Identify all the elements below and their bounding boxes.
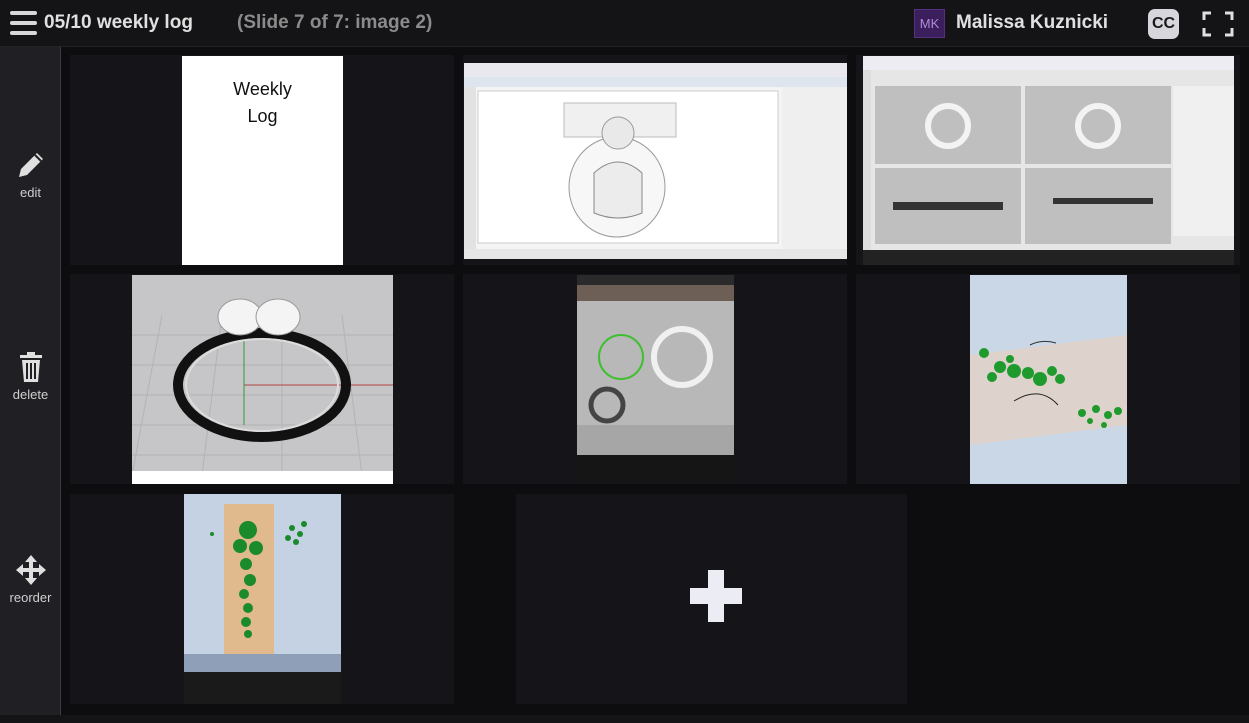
page-title: 05/10 weekly log [44, 12, 193, 33]
delete-label: delete [12, 387, 49, 402]
top-bar: 05/10 weekly log (Slide 7 of 7: image 2)… [0, 0, 1249, 47]
closed-captions-button[interactable]: CC [1148, 9, 1179, 39]
rendered-ring-image [132, 275, 393, 484]
pencil-icon [18, 153, 43, 177]
plus-icon [690, 570, 742, 622]
user-name[interactable]: Malissa Kuznicki [956, 12, 1108, 34]
reorder-label: reorder [9, 590, 52, 605]
trash-icon [19, 352, 42, 382]
weekly-log-cover: Weekly Log [182, 56, 343, 265]
edit-label: edit [20, 185, 41, 200]
slide-thumbnail-2[interactable] [463, 55, 847, 265]
sidebar: edit delete reorder [0, 47, 61, 715]
fullscreen-icon[interactable] [1202, 11, 1234, 37]
avatar[interactable]: MK [914, 9, 945, 38]
slide-grid: Weekly Log [61, 47, 1249, 715]
delete-button[interactable]: delete [0, 351, 61, 402]
green-gems-photo-image [970, 275, 1127, 484]
hamburger-menu-icon[interactable] [10, 10, 37, 36]
slide-thumbnail-3[interactable] [856, 55, 1240, 265]
cad-ring-views-image [863, 56, 1234, 265]
reorder-button[interactable]: reorder [0, 554, 61, 605]
slide-thumbnail-1[interactable]: Weekly Log [70, 55, 454, 265]
slide-info: (Slide 7 of 7: image 2) [237, 12, 433, 33]
slide-thumbnail-4[interactable] [70, 274, 454, 484]
slide-thumbnail-6[interactable] [856, 274, 1240, 484]
cad-pendant-image [464, 63, 847, 259]
cover-text-weekly: Weekly [233, 79, 292, 99]
cover-text-log: Log [247, 106, 278, 126]
screen-photo-ring-image [577, 275, 734, 481]
add-slide-button[interactable] [516, 494, 907, 704]
gem-trail-photo-image [184, 494, 341, 704]
move-arrows-icon [15, 555, 46, 585]
slide-thumbnail-5[interactable] [463, 274, 847, 484]
bottom-bar [0, 715, 1249, 723]
slide-thumbnail-7[interactable] [70, 494, 454, 704]
edit-button[interactable]: edit [0, 149, 61, 200]
